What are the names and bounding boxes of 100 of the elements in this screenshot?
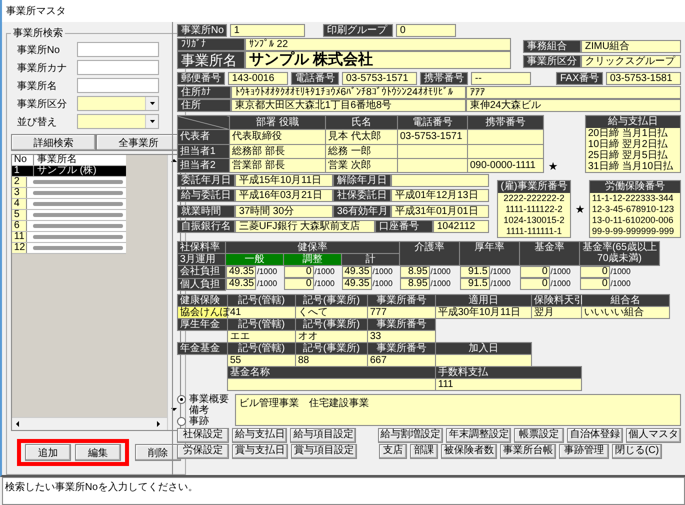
rate-value[interactable]: 0	[284, 278, 314, 290]
input-field[interactable]: ｱｱｱ	[466, 86, 681, 99]
toolbar-button[interactable]: 事跡管理	[559, 444, 609, 458]
input-field[interactable]	[77, 60, 159, 75]
table-cell[interactable]: 翌月	[532, 306, 582, 318]
input-field[interactable]: 東伸24大森ビル	[466, 99, 681, 112]
rate-value[interactable]: 0	[520, 266, 550, 278]
list-row[interactable]: 11	[12, 232, 126, 243]
input-field[interactable]: クリックスグループ	[581, 54, 681, 68]
table-cell[interactable]	[398, 158, 468, 172]
rate-value[interactable]: 0	[580, 266, 610, 278]
table-cell[interactable]: くへて	[296, 306, 368, 318]
rate-value[interactable]: 91.5	[460, 266, 490, 278]
scroll-right-icon[interactable]	[155, 420, 163, 428]
rate-value[interactable]: 49.35	[342, 278, 372, 290]
input-field[interactable]: 平成16年03月21日	[235, 189, 333, 202]
table-cell[interactable]: 88	[296, 354, 368, 366]
toolbar-button[interactable]: 社保設定	[177, 428, 229, 442]
search-button[interactable]: 詳細検索	[11, 134, 96, 151]
input-field[interactable]: サンプル 株式会社	[245, 51, 511, 69]
table-cell[interactable]: 営業部 部長	[230, 158, 326, 172]
toolbar-button[interactable]: 労保設定	[177, 444, 229, 458]
list-row[interactable]: 1 サンプル (株)	[12, 166, 126, 177]
table-cell[interactable]: オオ	[296, 330, 368, 342]
toolbar-button[interactable]: 賞与項目設定	[291, 444, 357, 458]
input-field[interactable]: 37時間 30分	[235, 205, 333, 218]
horizontal-scrollbar[interactable]	[12, 417, 167, 430]
input-field[interactable]: 03-5753-1581	[606, 72, 681, 85]
table-cell[interactable]: 03-5753-1571	[398, 130, 468, 144]
rate-value[interactable]: 49.35	[226, 266, 256, 278]
toolbar-button[interactable]: 個人マスタ	[626, 428, 682, 442]
input-field[interactable]: ﾄｳｷｮｳﾄｵｵﾀｸｵｵﾓﾘｷﾀ1ﾁｮｳﾒ6ﾊﾞﾝﾁ8ｺﾞｳﾄｳｼﾝ24ｵｵﾓﾘﾋﾞﾙ	[231, 86, 466, 99]
table-cell[interactable]: 33	[368, 330, 436, 342]
input-field[interactable]: 143-0016	[228, 72, 288, 85]
input-field[interactable]	[391, 174, 489, 187]
table-cell[interactable]	[398, 144, 468, 158]
table-cell[interactable]: 営業 次郎	[326, 158, 398, 172]
table-cell[interactable]: 667	[368, 354, 436, 366]
table-cell[interactable]: 平成30年10月11日	[436, 306, 532, 318]
table-cell[interactable]	[468, 130, 544, 144]
rate-value[interactable]: 49.35	[342, 266, 372, 278]
table-cell[interactable]: 代表取締役	[230, 130, 326, 144]
list-row[interactable]: 3	[12, 188, 126, 199]
table-cell[interactable]	[228, 378, 436, 390]
list-row[interactable]: 4	[12, 199, 126, 210]
table-cell[interactable]: エエ	[228, 330, 296, 342]
list-row[interactable]: 2	[12, 177, 126, 188]
toolbar-button[interactable]: 年末調整設定	[446, 428, 512, 442]
memo-field[interactable]: ビル管理事業 住宅建設事業	[235, 394, 681, 426]
toolbar-button[interactable]: 事業所台帳	[500, 444, 556, 458]
input-field[interactable]: 平成01年12月13日	[391, 189, 489, 202]
action-button[interactable]: 削除	[135, 444, 181, 461]
rate-value[interactable]: 0	[284, 266, 314, 278]
dropdown-field[interactable]	[77, 114, 159, 129]
dropdown-field[interactable]	[77, 96, 159, 111]
action-button[interactable]: 追加	[25, 444, 71, 461]
list-row[interactable]: 6	[12, 221, 126, 232]
input-field[interactable]: 平成31年01月01日	[391, 205, 489, 218]
toolbar-button[interactable]: 給与支払日	[232, 428, 288, 442]
action-button[interactable]: 編集	[75, 444, 121, 461]
table-cell[interactable]: 総務部 部長	[230, 144, 326, 158]
rate-value[interactable]: 0	[520, 278, 550, 290]
input-field[interactable]	[77, 78, 159, 93]
table-cell[interactable]: 111	[436, 378, 582, 390]
toolbar-button[interactable]: 支店	[379, 444, 407, 458]
scroll-left-icon[interactable]	[14, 420, 22, 428]
input-field[interactable]	[77, 42, 159, 57]
input-field[interactable]: 平成15年10月11日	[235, 174, 333, 187]
toolbar-button[interactable]: 給与割増設定	[378, 428, 443, 442]
toolbar-button[interactable]: 自治体登録	[567, 428, 623, 442]
input-field[interactable]: 03-5753-1571	[342, 72, 417, 85]
radio-label[interactable]: 事業概要備考	[189, 394, 230, 416]
table-cell[interactable]	[468, 144, 544, 158]
toolbar-button[interactable]: 帳票設定	[514, 428, 564, 442]
toolbar-button[interactable]: 給与項目設定	[290, 428, 356, 442]
input-field[interactable]: 1	[230, 24, 305, 37]
rate-value[interactable]: 8.95	[400, 266, 430, 278]
table-cell[interactable]: 777	[368, 306, 436, 318]
rate-value[interactable]: 8.95	[400, 278, 430, 290]
table-cell[interactable]: 総務 一郎	[326, 144, 398, 158]
table-cell[interactable]: 見本 代太郎	[326, 130, 398, 144]
input-field[interactable]: ｻﾝﾌﾟﾙ 22	[245, 38, 511, 51]
list-row[interactable]: 12	[12, 243, 126, 254]
rate-value[interactable]: 0	[580, 278, 610, 290]
table-cell[interactable]: 090-0000-1111	[468, 158, 544, 172]
scroll-up-icon[interactable]	[170, 157, 178, 165]
radio-label[interactable]: 事跡	[189, 416, 230, 426]
input-field[interactable]: 1042112	[433, 220, 489, 233]
toolbar-button[interactable]: 賞与支払日	[232, 444, 288, 458]
table-cell[interactable]: 55	[228, 354, 296, 366]
input-field[interactable]: ZIMU組合	[581, 40, 681, 52]
input-field[interactable]: --	[471, 72, 531, 85]
toolbar-button[interactable]: 被保険者数	[441, 444, 497, 458]
input-field[interactable]: 0	[396, 24, 456, 37]
input-field[interactable]: 三菱UFJ銀行 大森駅前支店	[235, 220, 375, 233]
table-cell[interactable]: いいいい組合	[582, 306, 670, 318]
list-row[interactable]: 5	[12, 210, 126, 221]
toolbar-button[interactable]: 部課	[410, 444, 438, 458]
table-cell[interactable]	[436, 354, 532, 366]
rate-value[interactable]: 49.35	[226, 278, 256, 290]
